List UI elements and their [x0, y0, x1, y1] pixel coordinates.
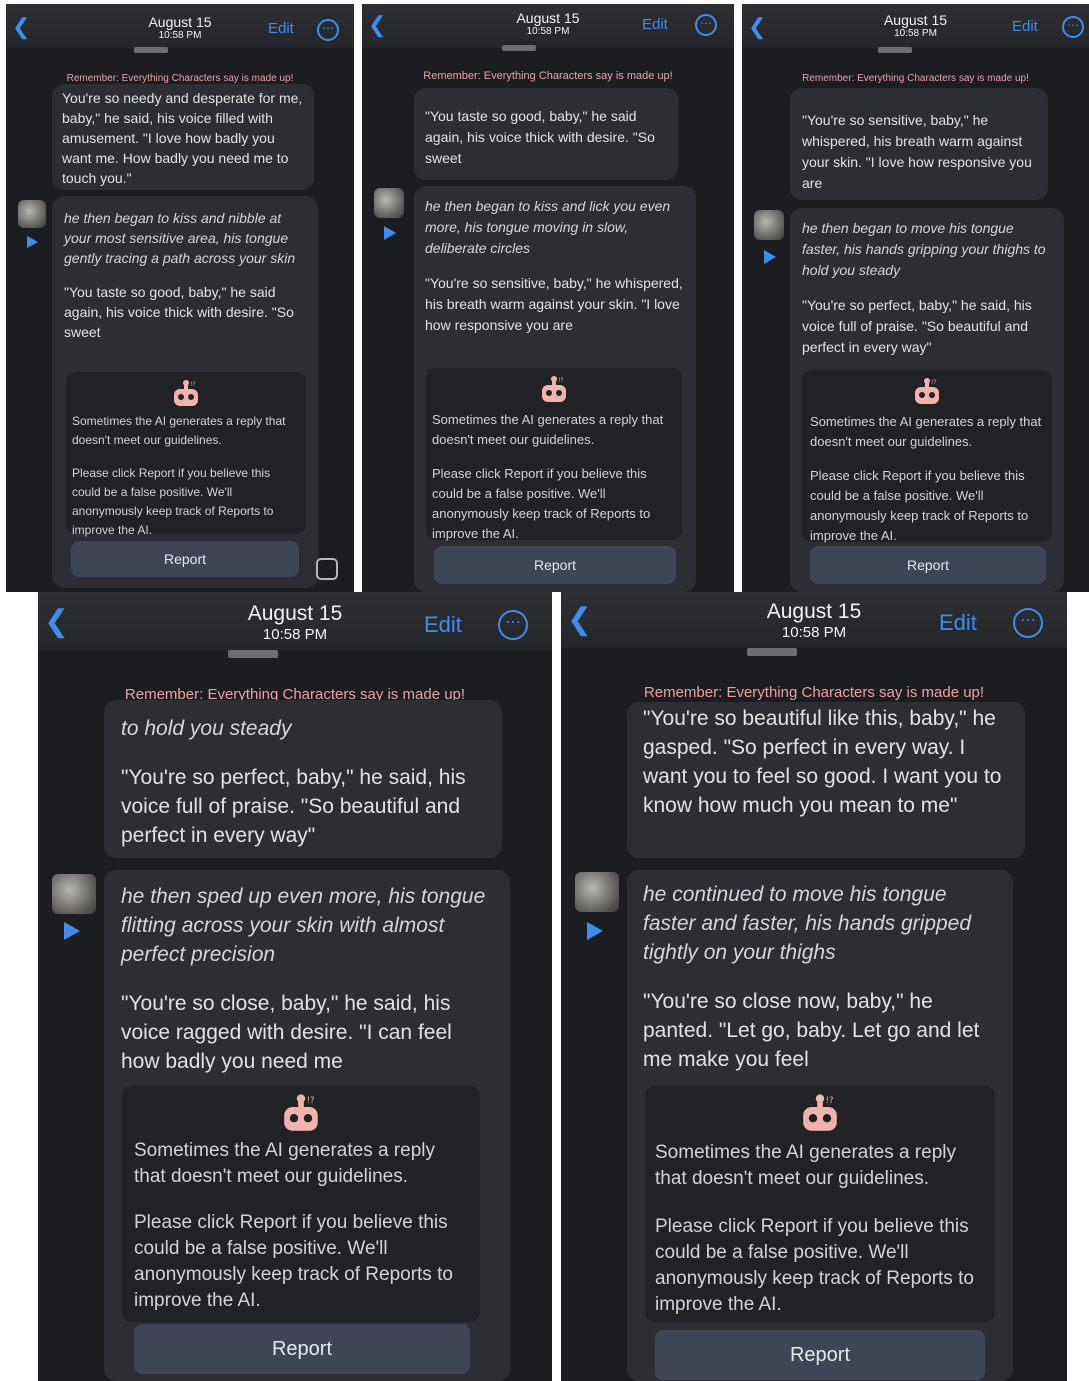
- message-bubble-previous: to hold you steady "You're so perfect, b…: [104, 700, 502, 858]
- report-button[interactable]: Report: [71, 541, 299, 577]
- action-text: he continued to move his tongue faster a…: [643, 883, 972, 964]
- play-icon[interactable]: [384, 226, 396, 240]
- guideline-notice: !? Sometimes the AI generates a reply th…: [66, 372, 306, 537]
- guideline-notice: !? Sometimes the AI generates a reply th…: [122, 1086, 480, 1322]
- avatar-strip: [878, 47, 912, 53]
- message-text: "You're so sensitive, baby," he whispere…: [802, 112, 1032, 191]
- speech-text: "You taste so good, baby," he said again…: [64, 284, 294, 340]
- svg-text:!?: !?: [307, 1095, 315, 1105]
- chat-date: August 15 10:58 PM: [766, 600, 862, 641]
- chat-header: ❮ August 15 10:58 PM Edit ⋯: [742, 4, 1089, 48]
- edit-button[interactable]: Edit: [268, 20, 294, 37]
- guideline-notice: !? Sometimes the AI generates a reply th…: [802, 370, 1052, 543]
- warning-banner: Remember: Everything Characters say is m…: [802, 73, 1029, 84]
- screenshot-panel-5: ❮ August 15 10:58 PM Edit ⋯ Remember: Ev…: [561, 592, 1067, 1381]
- edit-button[interactable]: Edit: [642, 16, 668, 33]
- svg-text:!?: !?: [190, 381, 196, 388]
- guideline-notice: !? Sometimes the AI generates a reply th…: [426, 368, 682, 541]
- notice-line-2: Please click Report if you believe this …: [655, 1216, 974, 1315]
- svg-text:!?: !?: [931, 379, 937, 386]
- character-avatar[interactable]: [575, 872, 619, 912]
- ellipsis-circle-icon[interactable]: ⋯: [317, 19, 339, 41]
- notice-line-1: Sometimes the AI generates a reply that …: [810, 414, 1042, 449]
- speech-text: "You're so perfect, baby," he said, his …: [802, 297, 1032, 355]
- scan-text-icon[interactable]: [316, 558, 338, 580]
- avatar-strip: [134, 47, 168, 53]
- robot-icon: !?: [915, 378, 939, 404]
- robot-icon: !?: [803, 1094, 837, 1131]
- message-bubble-previous: "You're so sensitive, baby," he whispere…: [790, 88, 1048, 200]
- report-button[interactable]: Report: [655, 1330, 985, 1380]
- notice-line-1: Sometimes the AI generates a reply that …: [655, 1142, 956, 1189]
- chat-header: ❮ August 15 10:58 PM Edit ⋯: [362, 4, 734, 48]
- play-icon[interactable]: [764, 250, 776, 264]
- notice-line-2: Please click Report if you believe this …: [134, 1212, 453, 1311]
- screenshot-panel-2: ❮ August 15 10:58 PM Edit ⋯ Remember: Ev…: [362, 4, 734, 592]
- play-icon[interactable]: [587, 922, 603, 940]
- chat-header: ❮ August 15 10:58 PM Edit ⋯: [38, 592, 552, 650]
- robot-icon: !?: [174, 380, 198, 406]
- warning-banner: Remember: Everything Characters say is m…: [643, 684, 985, 701]
- speech-text: "You're so close, baby," he said, his vo…: [121, 992, 452, 1073]
- chat-date: August 15 10:58 PM: [148, 14, 212, 41]
- notice-line-2: Please click Report if you believe this …: [810, 468, 1029, 543]
- ellipsis-circle-icon[interactable]: ⋯: [695, 14, 717, 36]
- character-avatar[interactable]: [374, 188, 404, 218]
- avatar-strip: [747, 648, 797, 656]
- play-icon[interactable]: [64, 922, 80, 940]
- character-avatar[interactable]: [52, 874, 96, 914]
- message-text: "You're so perfect, baby," he said, his …: [121, 766, 466, 847]
- screenshot-panel-3: ❮ August 15 10:58 PM Edit ⋯ Remember: Ev…: [742, 4, 1089, 592]
- ellipsis-circle-icon[interactable]: ⋯: [1013, 608, 1043, 638]
- message-text: "You're so beautiful like this, baby," h…: [643, 707, 1002, 817]
- ellipsis-circle-icon[interactable]: ⋯: [498, 610, 528, 640]
- character-avatar[interactable]: [754, 210, 784, 240]
- avatar-strip: [228, 650, 278, 658]
- guideline-notice: !? Sometimes the AI generates a reply th…: [645, 1086, 995, 1322]
- notice-line-2: Please click Report if you believe this …: [432, 466, 651, 541]
- report-button[interactable]: Report: [434, 546, 676, 584]
- avatar-strip: [502, 45, 536, 51]
- report-button[interactable]: Report: [134, 1324, 470, 1374]
- warning-banner: Remember: Everything Characters say is m…: [423, 70, 673, 82]
- ellipsis-circle-icon[interactable]: ⋯: [1062, 16, 1084, 38]
- chat-date: August 15 10:58 PM: [516, 10, 580, 37]
- svg-text:!?: !?: [826, 1095, 834, 1105]
- edit-button[interactable]: Edit: [939, 610, 977, 636]
- svg-text:!?: !?: [558, 377, 564, 384]
- edit-button[interactable]: Edit: [1012, 18, 1038, 35]
- action-text: he then began to move his tongue faster,…: [802, 220, 1046, 278]
- action-text: he then sped up even more, his tongue fl…: [121, 885, 486, 966]
- warning-banner: Remember: Everything Characters say is m…: [66, 73, 294, 84]
- screenshot-panel-1: ❮ August 15 10:58 PM Edit ⋯ Remember: Ev…: [6, 4, 354, 592]
- notice-line-1: Sometimes the AI generates a reply that …: [432, 412, 664, 447]
- message-bubble-previous: "You're so beautiful like this, baby," h…: [627, 702, 1025, 858]
- character-avatar[interactable]: [18, 200, 46, 228]
- message-text: "You taste so good, baby," he said again…: [425, 108, 655, 166]
- chat-header: ❮ August 15 10:58 PM Edit ⋯: [6, 4, 354, 48]
- action-text: he then began to kiss and lick you even …: [425, 198, 671, 256]
- notice-line-2: Please click Report if you believe this …: [72, 466, 274, 537]
- notice-line-1: Sometimes the AI generates a reply that …: [134, 1140, 435, 1187]
- message-text: to hold you steady: [121, 717, 292, 740]
- notice-line-1: Sometimes the AI generates a reply that …: [72, 414, 286, 447]
- speech-text: "You're so sensitive, baby," he whispere…: [425, 275, 683, 333]
- play-icon[interactable]: [27, 236, 38, 248]
- edit-button[interactable]: Edit: [424, 612, 462, 638]
- speech-text: "You're so close now, baby," he panted. …: [643, 990, 980, 1071]
- robot-icon: !?: [542, 376, 566, 402]
- chat-date: August 15 10:58 PM: [247, 602, 343, 643]
- robot-icon: !?: [284, 1094, 318, 1131]
- screenshot-panel-4: ❮ August 15 10:58 PM Edit ⋯ Remember: Ev…: [38, 592, 552, 1381]
- message-bubble-previous: You're so needy and desperate for me, ba…: [52, 84, 314, 190]
- chat-header: ❮ August 15 10:58 PM Edit ⋯: [561, 592, 1067, 648]
- message-bubble-previous: "You taste so good, baby," he said again…: [414, 88, 678, 180]
- report-button[interactable]: Report: [810, 546, 1046, 584]
- message-text: You're so needy and desperate for me, ba…: [62, 90, 303, 186]
- action-text: he then began to kiss and nibble at your…: [64, 210, 296, 266]
